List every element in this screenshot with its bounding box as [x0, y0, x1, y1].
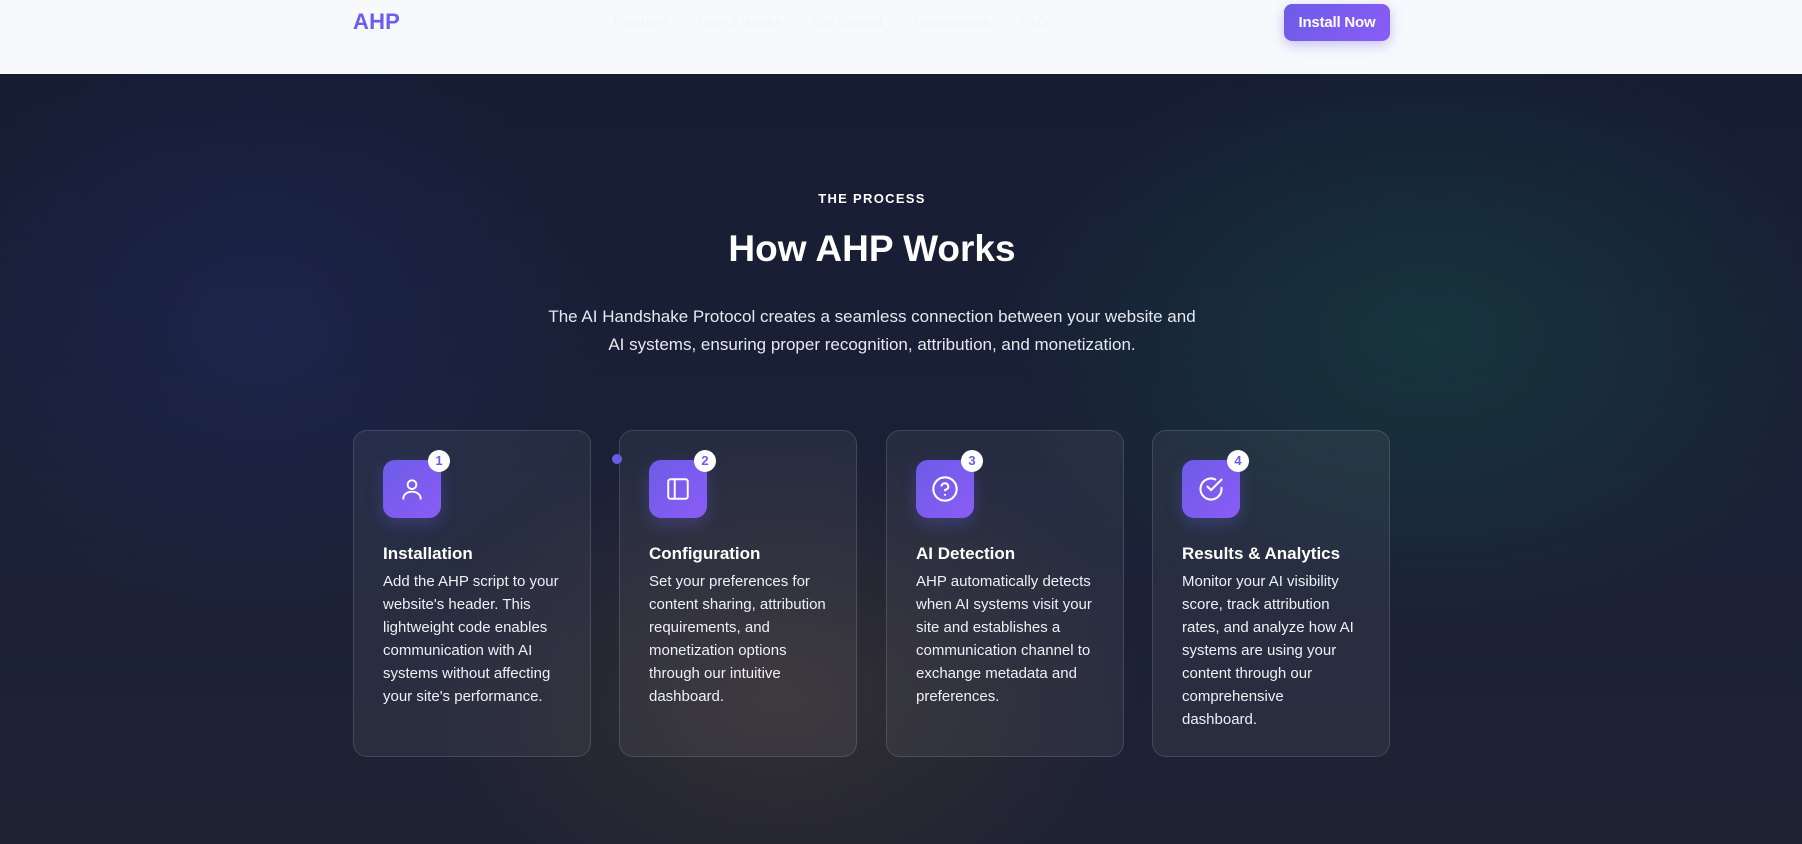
section-eyebrow: THE PROCESS: [818, 191, 926, 206]
user-icon: [402, 479, 422, 500]
logo[interactable]: AHP: [353, 9, 400, 35]
step-title: AI Detection: [916, 544, 1016, 563]
step-card-results-analytics: 4 Results & Analytics Monitor your AI vi…: [1152, 430, 1390, 757]
step-description: Add the AHP script to your website's hea…: [383, 573, 559, 705]
step-title: Configuration: [649, 544, 761, 563]
step-title: Results & Analytics: [1182, 544, 1341, 563]
step-card-configuration: 2 Configuration Set your preferences for…: [619, 430, 857, 757]
nav-link-features[interactable]: Features: [613, 14, 668, 30]
main-nav: Features How It Works Get Started Testim…: [613, 14, 1078, 30]
nav-link-get-started[interactable]: Get Started: [811, 14, 883, 30]
step-number-badge: 1: [428, 450, 450, 472]
check-circle-icon: [1199, 477, 1223, 501]
step-card-installation: 1 Installation Add the AHP script to you…: [353, 430, 591, 757]
nav-link-testimonials[interactable]: Testimonials: [913, 14, 990, 30]
nav-link-how-it-works[interactable]: How It Works: [698, 14, 781, 30]
step-card-ai-detection: 3 AI Detection AHP automatically detects…: [886, 430, 1124, 757]
section-title: How AHP Works: [728, 228, 1016, 269]
section-subtitle: The AI Handshake Protocol creates a seam…: [548, 307, 1196, 354]
how-it-works-section: THE PROCESS How AHP Works The AI Handsha…: [0, 74, 1802, 844]
site-header: AHP Features How It Works Get Started Te…: [0, 0, 1802, 74]
install-now-button[interactable]: Install Now: [1284, 4, 1390, 41]
question-circle-icon: [932, 476, 958, 502]
step-description: Monitor your AI visibility score, track …: [1182, 573, 1354, 728]
nav-link-faq[interactable]: FAQ: [1020, 14, 1048, 30]
panel-icon: [667, 478, 689, 500]
step-number-badge: 3: [961, 450, 983, 472]
step-description: AHP automatically detects when AI system…: [916, 573, 1092, 705]
step-title: Installation: [383, 544, 473, 563]
step-description: Set your preferences for content sharing…: [649, 573, 826, 705]
step-connector-dot: [612, 454, 622, 464]
step-number-badge: 4: [1227, 450, 1249, 472]
step-number-badge: 2: [694, 450, 716, 472]
